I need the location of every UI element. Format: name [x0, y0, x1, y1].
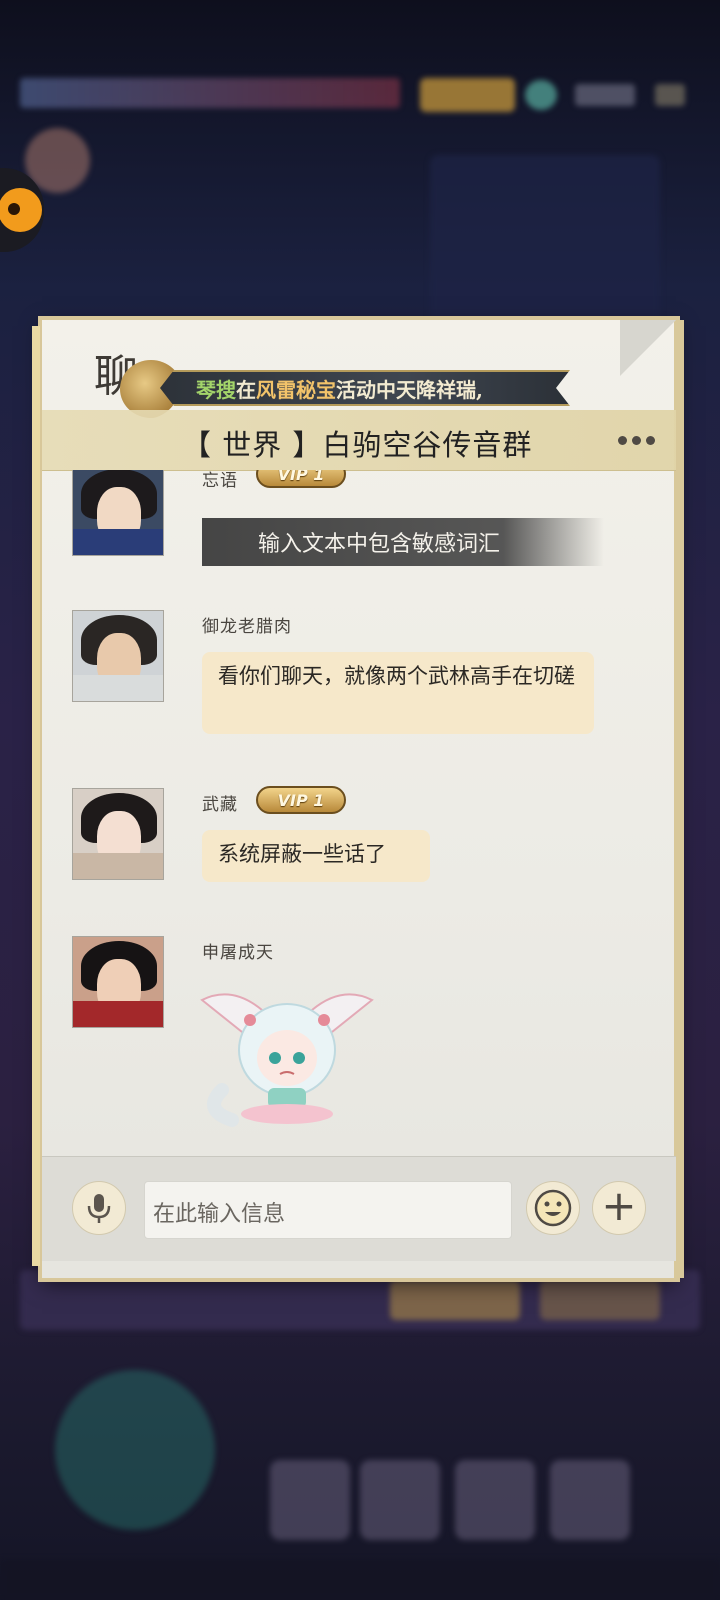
- emoji-face-icon[interactable]: [526, 1181, 580, 1235]
- avatar[interactable]: [72, 788, 164, 880]
- background-menu-button: [270, 1460, 350, 1540]
- background-gold-button: [420, 78, 515, 112]
- background-gray-label: [575, 84, 635, 106]
- background-character-circle: [55, 1370, 215, 1530]
- background-menu-button: [360, 1460, 440, 1540]
- page-fold-corner: [620, 320, 676, 376]
- chat-input-bar: 在此输入信息 +: [42, 1156, 676, 1261]
- avatar[interactable]: [72, 936, 164, 1028]
- sender-name: 武藏: [202, 795, 238, 815]
- more-dots-icon[interactable]: [612, 426, 660, 454]
- background-nav-bar: [0, 1560, 720, 1600]
- message-bubble: 看你们聊天，就像两个武林高手在切磋: [202, 652, 594, 734]
- background-bottom-button-2: [540, 1280, 660, 1320]
- ribbon-text-tail: 活动中天降祥瑞,: [336, 377, 483, 402]
- plus-icon[interactable]: +: [592, 1181, 646, 1235]
- ribbon-event-name: 风雷秘宝: [256, 377, 336, 402]
- panel-left-edge: [32, 326, 40, 1266]
- message-bubble: 系统屏蔽一些话了: [202, 830, 430, 882]
- background-teal-icon: [525, 80, 557, 110]
- avatar[interactable]: [72, 610, 164, 702]
- sensitive-word-notice: 输入文本中包含敏感词汇: [202, 518, 604, 566]
- sender-name: 御龙老腊肉: [202, 617, 292, 637]
- message-input[interactable]: 在此输入信息: [144, 1181, 512, 1239]
- vip-badge: VIP 1: [256, 786, 346, 814]
- announcement-ribbon: 琴搜 在 风雷秘宝 活动中天降祥瑞,: [160, 370, 570, 406]
- chat-title-bar: 【 世界 】白驹空谷传音群: [42, 410, 676, 471]
- vip-badge: VIP 1: [256, 470, 346, 488]
- background-gray-label-2: [655, 84, 685, 106]
- microphone-icon[interactable]: [72, 1181, 126, 1235]
- ribbon-player-name: 琴搜: [196, 377, 236, 402]
- message-list[interactable]: 忘语 VIP 1 输入文本中包含敏感词汇 御龙老腊肉 看你们聊天，就像两个武林高…: [42, 470, 676, 1150]
- ribbon-text: 在: [236, 377, 256, 402]
- sender-name: 申屠成天: [202, 943, 274, 963]
- crying-fox-girl-sticker[interactable]: [192, 980, 382, 1130]
- background-top-bar: [20, 78, 400, 108]
- background-menu-button: [455, 1460, 535, 1540]
- sender-name: 忘语: [202, 471, 238, 491]
- background-menu-button: [550, 1460, 630, 1540]
- background-side-panel: [430, 155, 660, 325]
- chat-panel: 聊 琴搜 在 风雷秘宝 活动中天降祥瑞, 【 世界 】白驹空谷传音群 忘语 VI…: [32, 320, 684, 1278]
- background-bottom-button: [390, 1280, 520, 1320]
- avatar[interactable]: [72, 470, 164, 556]
- chat-channel-title[interactable]: 【 世界 】白驹空谷传音群: [182, 422, 532, 464]
